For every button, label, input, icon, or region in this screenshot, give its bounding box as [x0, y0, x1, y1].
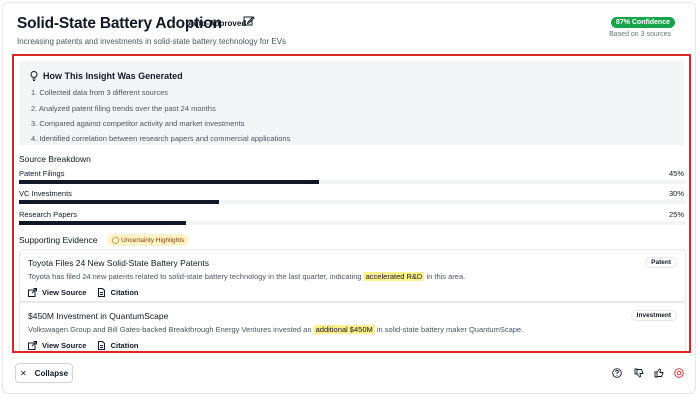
insight-header: Solid-State Battery Adoption Auto-Approv… — [17, 13, 681, 53]
insight-subtitle: Increasing patents and investments in so… — [17, 37, 287, 46]
step-item: 3. Compared against competitor activity … — [31, 119, 245, 128]
uncertainty-label: Uncertainty Highlights — [121, 237, 185, 244]
source-breakdown-title: Source Breakdown — [19, 154, 91, 164]
citation-label: Citation — [110, 341, 139, 350]
insight-details-panel: How This Insight Was Generated 1. Collec… — [12, 54, 691, 353]
confidence-badge: 87% Confidence — [610, 17, 675, 28]
source-count: Based on 3 sources — [609, 31, 671, 38]
evidence-text: Toyota has filed 24 new patents related … — [28, 272, 465, 281]
external-link-icon — [28, 341, 37, 350]
bulb-icon — [30, 71, 38, 81]
document-icon — [97, 341, 105, 350]
evidence-text: Volkswagen Group and Bill Gates-backed B… — [28, 325, 523, 334]
how-generated-heading: How This Insight Was Generated — [30, 71, 183, 81]
evidence-highlight: additional $450M — [313, 325, 375, 334]
collapse-label: Collapse — [34, 368, 69, 378]
settings-icon[interactable] — [674, 368, 684, 378]
evidence-card: Toyota Files 24 New Solid-State Battery … — [19, 249, 686, 302]
citation-link[interactable]: Citation — [97, 288, 139, 297]
evidence-text-post: in solid-state battery maker QuantumScap… — [376, 325, 524, 334]
evidence-title: $450M Investment in QuantumScape — [28, 311, 169, 321]
document-icon — [97, 288, 105, 297]
step-item: 4. Identified correlation between resear… — [31, 134, 291, 143]
source-bar-fill — [19, 200, 220, 204]
step-item: 2. Analyzed patent filing trends over th… — [31, 104, 216, 113]
source-label: Research Papers — [19, 210, 77, 219]
how-generated-box: How This Insight Was Generated 1. Collec… — [19, 61, 684, 145]
supporting-evidence-title: Supporting Evidence — [19, 235, 98, 245]
card-footer: ✕ Collapse — [3, 355, 697, 395]
citation-label: Citation — [110, 288, 139, 297]
thumbs-up-icon[interactable] — [654, 368, 664, 378]
status-badge: Auto-Approved — [188, 19, 247, 28]
citation-link[interactable]: Citation — [97, 341, 139, 350]
evidence-title: Toyota Files 24 New Solid-State Battery … — [28, 258, 209, 268]
uncertainty-toggle[interactable]: ◯ Uncertainty Highlights — [107, 234, 190, 246]
source-bar — [19, 200, 686, 204]
source-bar — [19, 180, 686, 184]
how-generated-title: How This Insight Was Generated — [43, 71, 183, 81]
view-source-link[interactable]: View Source — [28, 341, 86, 350]
help-icon[interactable] — [612, 368, 622, 378]
source-label: VC Investments — [19, 189, 72, 198]
edit-icon[interactable] — [243, 15, 255, 27]
view-source-link[interactable]: View Source — [28, 288, 86, 297]
evidence-text-post: in this area. — [426, 272, 466, 281]
source-label: Patent Filings — [19, 169, 65, 178]
evidence-card: $450M Investment in QuantumScape Volkswa… — [19, 302, 686, 351]
source-percent: 45% — [668, 169, 684, 178]
source-bar-fill — [19, 180, 320, 184]
evidence-highlight: accelerated R&D — [363, 272, 425, 281]
evidence-links: View Source Citation — [28, 288, 146, 299]
external-link-icon — [28, 288, 37, 297]
insight-card: Solid-State Battery Adoption Auto-Approv… — [2, 2, 696, 394]
collapse-button[interactable]: ✕ Collapse — [15, 363, 73, 383]
thumbs-down-icon[interactable] — [634, 368, 644, 378]
source-percent: 25% — [668, 210, 684, 219]
evidence-type-badge: Investment — [630, 310, 677, 321]
source-bar-fill — [19, 221, 186, 225]
source-percent: 30% — [668, 189, 684, 198]
evidence-type-badge: Patent — [645, 257, 677, 268]
close-icon: ✕ — [19, 368, 27, 378]
step-item: 1. Collected data from 3 different sourc… — [31, 88, 169, 97]
source-bar — [19, 221, 686, 225]
evidence-text-pre: Volkswagen Group and Bill Gates-backed B… — [28, 325, 312, 334]
view-source-label: View Source — [42, 341, 87, 350]
evidence-text-pre: Toyota has filed 24 new patents related … — [28, 272, 362, 281]
view-source-label: View Source — [42, 288, 87, 297]
evidence-links: View Source Citation — [28, 341, 146, 351]
